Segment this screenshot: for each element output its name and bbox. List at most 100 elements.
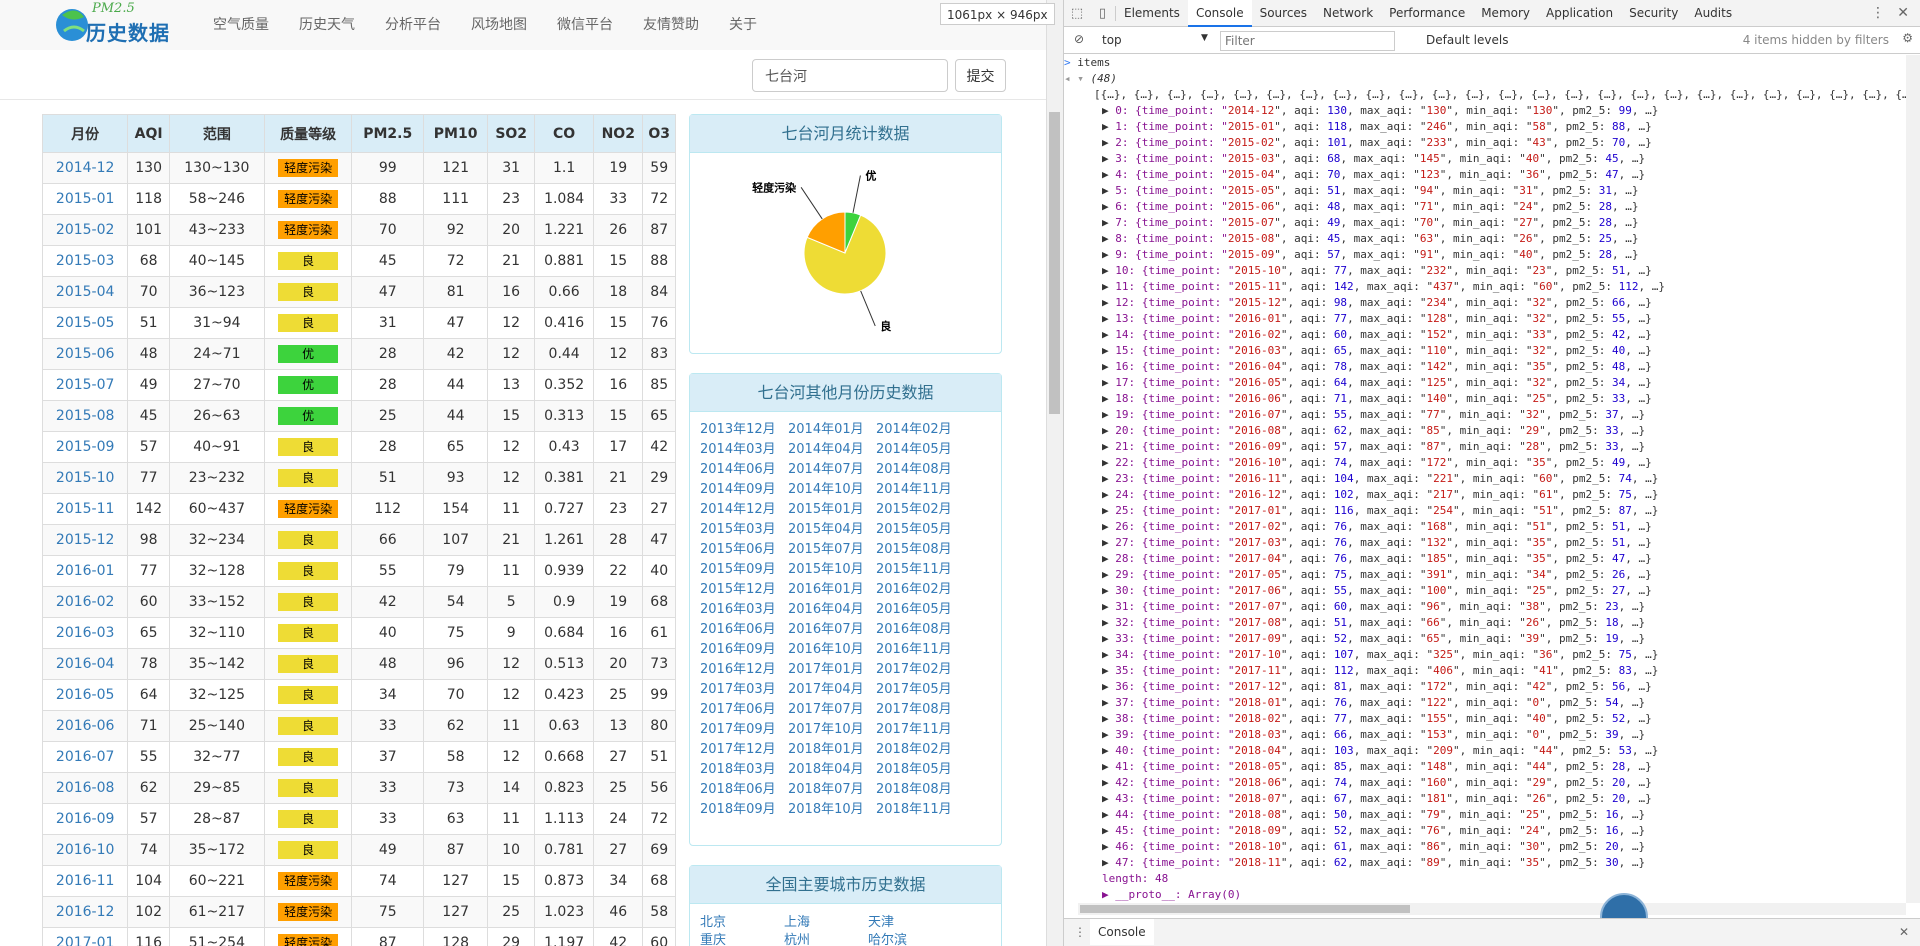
- page-scrollbar-thumb[interactable]: [1049, 112, 1060, 414]
- console-array-item[interactable]: ▶ 20: {time_point: "2016-08", aqi: 62, m…: [1064, 423, 1906, 439]
- console-array-item[interactable]: ▶ 2: {time_point: "2015-02", aqi: 101, m…: [1064, 135, 1906, 151]
- month-link[interactable]: 2015年02月: [876, 500, 964, 520]
- table-cell[interactable]: 2016-04: [41, 648, 129, 680]
- month-link[interactable]: 2016年10月: [788, 640, 876, 660]
- table-cell[interactable]: 2015-03: [41, 245, 129, 277]
- city-link[interactable]: 天津: [868, 914, 952, 932]
- console-array-item[interactable]: ▶ 26: {time_point: "2017-02", aqi: 76, m…: [1064, 519, 1906, 535]
- console-array-item[interactable]: ▶ 38: {time_point: "2018-02", aqi: 77, m…: [1064, 711, 1906, 727]
- table-cell[interactable]: 2016-03: [41, 617, 129, 649]
- clear-console-icon[interactable]: ⊘: [1074, 32, 1084, 46]
- console-array-item[interactable]: ▶ 22: {time_point: "2016-10", aqi: 74, m…: [1064, 455, 1906, 471]
- month-link[interactable]: 2017年04月: [788, 680, 876, 700]
- table-cell[interactable]: 2016-08: [41, 772, 129, 804]
- table-cell[interactable]: 2016-10: [41, 834, 129, 866]
- table-cell[interactable]: 2015-01: [41, 183, 129, 215]
- month-link[interactable]: 2018年01月: [788, 740, 876, 760]
- devtools-tab-sources[interactable]: Sources: [1252, 0, 1315, 27]
- console-array-item[interactable]: ▶ 21: {time_point: "2016-09", aqi: 57, m…: [1064, 439, 1906, 455]
- month-link[interactable]: 2017年05月: [876, 680, 964, 700]
- console-array-item[interactable]: ▶ 13: {time_point: "2016-01", aqi: 77, m…: [1064, 311, 1906, 327]
- table-cell[interactable]: 2015-02: [41, 214, 129, 246]
- console-array-item[interactable]: ▶ 32: {time_point: "2017-08", aqi: 51, m…: [1064, 615, 1906, 631]
- month-link[interactable]: 2014年04月: [788, 440, 876, 460]
- month-link[interactable]: 2015年04月: [788, 520, 876, 540]
- console-array-item[interactable]: ▶ 14: {time_point: "2016-02", aqi: 60, m…: [1064, 327, 1906, 343]
- nav-item-2[interactable]: 分析平台: [370, 0, 456, 50]
- month-link[interactable]: 2017年09月: [700, 720, 788, 740]
- month-link[interactable]: 2016年06月: [700, 620, 788, 640]
- console-array-item[interactable]: ▶ 8: {time_point: "2015-08", aqi: 45, ma…: [1064, 231, 1906, 247]
- table-cell[interactable]: 2017-01: [41, 927, 129, 946]
- console-array-item[interactable]: ▶ 15: {time_point: "2016-03", aqi: 65, m…: [1064, 343, 1906, 359]
- console-array-item[interactable]: ▶ 46: {time_point: "2018-10", aqi: 61, m…: [1064, 839, 1906, 855]
- month-link[interactable]: 2016年12月: [700, 660, 788, 680]
- table-cell[interactable]: 2015-05: [41, 307, 129, 339]
- month-link[interactable]: 2018年03月: [700, 760, 788, 780]
- console-array-item[interactable]: ▶ 45: {time_point: "2018-09", aqi: 52, m…: [1064, 823, 1906, 839]
- console-array-item[interactable]: ▶ 24: {time_point: "2016-12", aqi: 102, …: [1064, 487, 1906, 503]
- month-link[interactable]: 2017年08月: [876, 700, 964, 720]
- month-link[interactable]: 2015年12月: [700, 580, 788, 600]
- nav-item-4[interactable]: 微信平台: [542, 0, 628, 50]
- console-array-item[interactable]: ▶ 17: {time_point: "2016-05", aqi: 64, m…: [1064, 375, 1906, 391]
- month-link[interactable]: 2018年08月: [876, 780, 964, 800]
- console-array-item[interactable]: ▶ 1: {time_point: "2015-01", aqi: 118, m…: [1064, 119, 1906, 135]
- context-dropdown-icon[interactable]: ▼: [1201, 33, 1208, 43]
- city-link[interactable]: 重庆: [700, 932, 784, 946]
- month-link[interactable]: 2015年09月: [700, 560, 788, 580]
- table-cell[interactable]: 2016-09: [41, 803, 129, 835]
- month-link[interactable]: 2018年04月: [788, 760, 876, 780]
- devtools-tab-security[interactable]: Security: [1621, 0, 1686, 27]
- console-array-item[interactable]: ▶ 3: {time_point: "2015-03", aqi: 68, ma…: [1064, 151, 1906, 167]
- inspect-element-icon[interactable]: ⬚: [1064, 6, 1090, 21]
- console-array-item[interactable]: ▶ 37: {time_point: "2018-01", aqi: 76, m…: [1064, 695, 1906, 711]
- city-link[interactable]: 杭州: [784, 932, 868, 946]
- table-cell[interactable]: 2015-10: [41, 462, 129, 494]
- month-link[interactable]: 2016年05月: [876, 600, 964, 620]
- month-link[interactable]: 2016年02月: [876, 580, 964, 600]
- console-array-item[interactable]: ▶ 7: {time_point: "2015-07", aqi: 49, ma…: [1064, 215, 1906, 231]
- console-vertical-scrollbar[interactable]: [1906, 55, 1920, 903]
- table-cell[interactable]: 2016-05: [41, 679, 129, 711]
- month-link[interactable]: 2017年12月: [700, 740, 788, 760]
- month-link[interactable]: 2015年01月: [788, 500, 876, 520]
- city-link[interactable]: 北京: [700, 914, 784, 932]
- month-link[interactable]: 2018年09月: [700, 800, 788, 820]
- month-link[interactable]: 2014年11月: [876, 480, 964, 500]
- month-link[interactable]: 2017年06月: [700, 700, 788, 720]
- console-horizontal-scrollbar[interactable]: [1078, 903, 1906, 915]
- month-link[interactable]: 2016年11月: [876, 640, 964, 660]
- nav-item-3[interactable]: 风场地图: [456, 0, 542, 50]
- console-array-item[interactable]: ▶ 31: {time_point: "2017-07", aqi: 60, m…: [1064, 599, 1906, 615]
- console-filter-input[interactable]: [1220, 31, 1395, 51]
- console-array-item[interactable]: ▶ 39: {time_point: "2018-03", aqi: 66, m…: [1064, 727, 1906, 743]
- nav-item-0[interactable]: 空气质量: [198, 0, 284, 50]
- month-link[interactable]: 2014年10月: [788, 480, 876, 500]
- context-select[interactable]: top: [1102, 33, 1208, 47]
- devtools-tab-performance[interactable]: Performance: [1381, 0, 1473, 27]
- month-link[interactable]: 2014年09月: [700, 480, 788, 500]
- console-array-item[interactable]: ▶ 4: {time_point: "2015-04", aqi: 70, ma…: [1064, 167, 1906, 183]
- month-link[interactable]: 2017年10月: [788, 720, 876, 740]
- table-cell[interactable]: 2016-12: [41, 896, 129, 928]
- table-cell[interactable]: 2014-12: [41, 152, 129, 184]
- month-link[interactable]: 2017年07月: [788, 700, 876, 720]
- console-array-item[interactable]: ▶ 44: {time_point: "2018-08", aqi: 50, m…: [1064, 807, 1906, 823]
- console-array-item[interactable]: ▶ 36: {time_point: "2017-12", aqi: 81, m…: [1064, 679, 1906, 695]
- month-link[interactable]: 2014年06月: [700, 460, 788, 480]
- nav-item-6[interactable]: 关于: [714, 0, 772, 50]
- city-link[interactable]: 哈尔滨: [868, 932, 952, 946]
- console-array-item[interactable]: ▶ 16: {time_point: "2016-04", aqi: 78, m…: [1064, 359, 1906, 375]
- table-cell[interactable]: 2015-06: [41, 338, 129, 370]
- month-link[interactable]: 2014年02月: [876, 420, 964, 440]
- month-link[interactable]: 2018年10月: [788, 800, 876, 820]
- month-link[interactable]: 2015年11月: [876, 560, 964, 580]
- month-link[interactable]: 2017年03月: [700, 680, 788, 700]
- month-link[interactable]: 2017年01月: [788, 660, 876, 680]
- console-array-preview[interactable]: [{…}, {…}, {…}, {…}, {…}, {…}, {…}, {…},…: [1064, 87, 1906, 103]
- table-cell[interactable]: 2016-11: [41, 865, 129, 897]
- console-array-item[interactable]: ▶ 27: {time_point: "2017-03", aqi: 76, m…: [1064, 535, 1906, 551]
- settings-gear-icon[interactable]: ⚙: [1902, 31, 1913, 45]
- month-link[interactable]: 2015年07月: [788, 540, 876, 560]
